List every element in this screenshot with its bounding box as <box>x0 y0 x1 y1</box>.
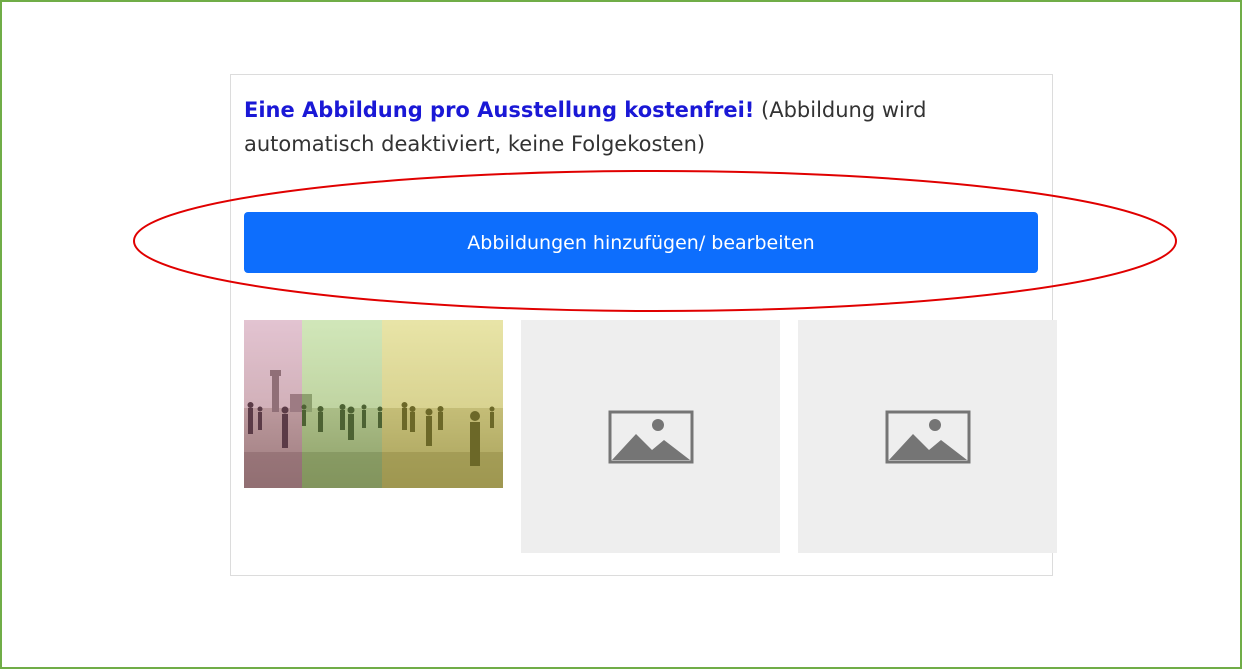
add-edit-images-button[interactable]: Abbildungen hinzufügen/ bearbeiten <box>244 212 1038 273</box>
image-placeholder-icon <box>885 410 970 463</box>
intro-text: Eine Abbildung pro Ausstellung kostenfre… <box>244 93 1044 161</box>
beach-photo <box>244 320 503 488</box>
image-placeholder-icon <box>608 410 693 463</box>
thumbnail-placeholder[interactable] <box>798 320 1057 553</box>
thumbnail-photo[interactable] <box>244 320 503 488</box>
thumbnail-placeholder[interactable] <box>521 320 780 553</box>
free-image-notice: Eine Abbildung pro Ausstellung kostenfre… <box>244 98 755 122</box>
